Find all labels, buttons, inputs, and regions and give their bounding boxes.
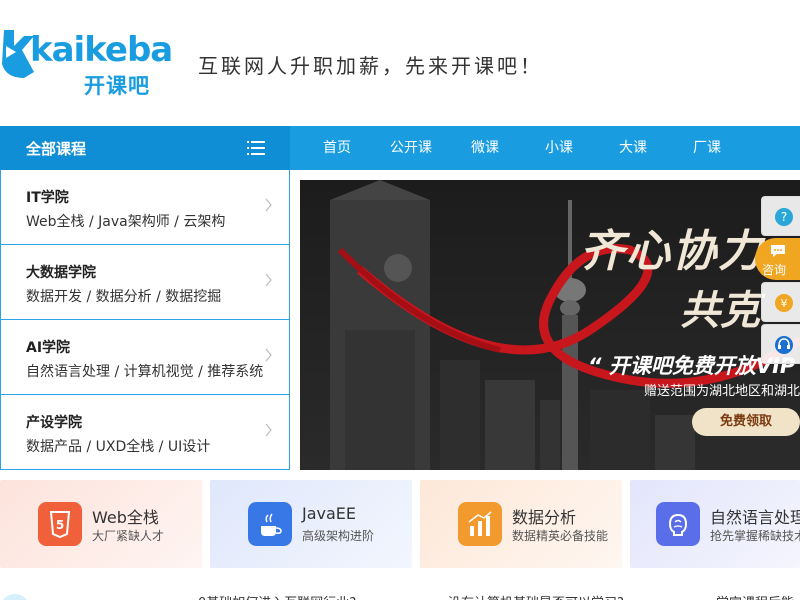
chevron-right-icon [265, 348, 272, 362]
yuan-icon: ¥ [775, 294, 793, 312]
floating-toolbar: ? 咨询 ¥ [755, 196, 800, 366]
banner-headline-2: 共克 [680, 287, 760, 334]
card-title: Web全栈 [92, 508, 159, 527]
nav-public-course[interactable]: 公开课 [374, 126, 448, 170]
card-title: 自然语言处理 [710, 508, 800, 527]
svg-text:5: 5 [56, 518, 64, 532]
card-subtitle: 抢先掌握稀缺技术 [710, 529, 800, 543]
price-tool[interactable]: ¥ [761, 282, 800, 322]
card-subtitle: 数据精英必备技能 [512, 529, 609, 543]
nav-micro-course[interactable]: 微课 [448, 126, 522, 170]
help-tool[interactable]: ? [761, 196, 800, 236]
all-courses-label: 全部课程 [26, 140, 87, 158]
all-courses-button[interactable]: 全部课程 [0, 126, 290, 170]
nav-home[interactable]: 首页 [300, 126, 374, 170]
kaikeba-logo[interactable]: kaikeba 开课吧 [0, 28, 173, 98]
category-title: 产设学院 [26, 415, 82, 431]
card-subtitle: 大厂紧缺人才 [92, 529, 165, 543]
card-title: 数据分析 [512, 508, 577, 527]
svg-text:?: ? [781, 210, 787, 224]
logo-chinese: 开课吧 [84, 74, 150, 98]
site-header: kaikeba 开课吧 互联网人升职加薪，先来开课吧！ [0, 0, 800, 126]
chevron-right-icon [265, 423, 272, 437]
category-subs[interactable]: Web全栈 / Java架构师 / 云架构 [26, 211, 225, 231]
banner-headline-1: 齐心协力 [580, 226, 764, 277]
chevron-right-icon [265, 273, 272, 287]
java-cup-icon [248, 502, 292, 546]
category-subs[interactable]: 数据开发 / 数据分析 / 数据挖掘 [26, 286, 221, 306]
menu-list-icon [247, 141, 265, 155]
brain-icon [656, 502, 700, 546]
nav-small-course[interactable]: 小课 [522, 126, 596, 170]
category-subs[interactable]: 数据产品 / UXD全栈 / UI设计 [26, 436, 210, 456]
faq-item[interactable]: 学完课程后能 [716, 592, 794, 600]
course-cards: 5 Web全栈 大厂紧缺人才 JavaEE 高级架构进阶 数据分析 数据精英必备… [0, 480, 800, 568]
logo-text: kaikeba [30, 30, 173, 70]
category-subs[interactable]: 自然语言处理 / 计算机视觉 / 推荐系统 [26, 361, 263, 381]
card-subtitle: 高级架构进阶 [302, 529, 375, 543]
category-item-design[interactable]: 产设学院 数据产品 / UXD全栈 / UI设计 [1, 395, 289, 470]
faq-item[interactable]: 0基础如何进入互联网行业? [198, 592, 356, 600]
category-title: AI学院 [26, 340, 71, 356]
consult-tool[interactable]: 咨询 [755, 238, 800, 280]
headset-icon [775, 336, 793, 354]
faq-strip: 0基础如何进入互联网行业? 没有计算机基础是否可以学习? 学完课程后能 [0, 588, 800, 600]
svg-text:¥: ¥ [781, 297, 788, 310]
promo-banner[interactable]: 齐心协力 共克 “ 开课吧免费开放VIP 赠送范围为湖北地区和湖北户 免费领取 [300, 180, 800, 470]
category-item-bigdata[interactable]: 大数据学院 数据开发 / 数据分析 / 数据挖掘 [1, 245, 289, 320]
nav-factory-course[interactable]: 厂课 [670, 126, 744, 170]
faq-bullet-icon [0, 594, 30, 600]
slogan: 互联网人升职加薪，先来开课吧！ [198, 54, 543, 78]
logo-mark-icon [2, 30, 34, 78]
nav-big-course[interactable]: 大课 [596, 126, 670, 170]
category-title: IT学院 [26, 190, 69, 206]
chat-bubble-icon [771, 245, 785, 257]
category-item-it[interactable]: IT学院 Web全栈 / Java架构师 / 云架构 [1, 170, 289, 245]
bar-chart-icon [458, 502, 502, 546]
main-nav: 全部课程 首页 公开课 微课 小课 大课 厂课 [0, 126, 800, 170]
chevron-right-icon [265, 198, 272, 212]
banner-note: 赠送范围为湖北地区和湖北户 [644, 384, 800, 399]
course-card-nlp[interactable]: 自然语言处理 抢先掌握稀缺技术 [630, 480, 800, 568]
html5-icon: 5 [38, 502, 82, 546]
question-icon: ? [775, 208, 793, 226]
consult-label: 咨询 [762, 263, 787, 277]
category-title: 大数据学院 [26, 265, 96, 281]
course-card-data-analysis[interactable]: 数据分析 数据精英必备技能 [420, 480, 622, 568]
free-claim-button[interactable]: 免费领取 [692, 408, 800, 436]
course-card-web[interactable]: 5 Web全栈 大厂紧缺人才 [0, 480, 202, 568]
category-item-ai[interactable]: AI学院 自然语言处理 / 计算机视觉 / 推荐系统 [1, 320, 289, 395]
course-card-javaee[interactable]: JavaEE 高级架构进阶 [210, 480, 412, 568]
card-title: JavaEE [302, 504, 357, 523]
faq-item[interactable]: 没有计算机基础是否可以学习? [448, 592, 624, 600]
support-tool[interactable] [761, 324, 800, 364]
nav-items: 首页 公开课 微课 小课 大课 厂课 [300, 126, 744, 170]
category-panel: IT学院 Web全栈 / Java架构师 / 云架构 大数据学院 数据开发 / … [0, 170, 290, 470]
